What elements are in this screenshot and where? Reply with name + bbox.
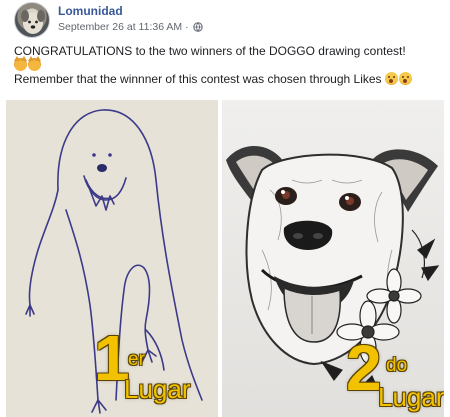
meta-separator: · [185, 21, 189, 34]
author-name[interactable]: Lomunidad [58, 4, 123, 18]
second-place-number: 2 [346, 332, 382, 404]
face-emoji-icon [384, 72, 398, 85]
first-place-word: Lugar [124, 374, 191, 404]
post-timestamp[interactable]: September 26 at 11:36 AM [58, 21, 182, 33]
realistic-dog-drawing [222, 100, 444, 417]
second-place-badge: 2 [346, 336, 382, 400]
emoji-row [14, 56, 444, 72]
post-text: CONGRATULATIONS to the two winners of th… [14, 44, 444, 86]
cat-emoji-icon [28, 56, 41, 71]
post-text-line-1: CONGRATULATIONS to the two winners of th… [14, 44, 406, 58]
second-place-image[interactable]: 2 do Lugar [222, 100, 444, 417]
post-header: Lomunidad September 26 at 11:36 AM · [14, 2, 434, 38]
post-meta: September 26 at 11:36 AM · [58, 21, 204, 34]
first-place-suffix: er [128, 349, 145, 370]
first-place-image[interactable]: 1 er Lugar [6, 100, 218, 417]
post-images: 1 er Lugar 2 do Lugar [6, 100, 444, 417]
facebook-post: Lomunidad September 26 at 11:36 AM · CON… [0, 0, 450, 417]
post-text-line-3-text: Remember that the winnner of this contes… [14, 72, 382, 86]
cat-emoji-icon [14, 56, 27, 71]
second-place-suffix: do [386, 355, 408, 376]
avatar[interactable] [14, 2, 50, 38]
dog-avatar-icon [21, 10, 45, 34]
second-place-word: Lugar [378, 382, 444, 412]
post-text-line-3: Remember that the winnner of this contes… [14, 72, 444, 86]
face-emoji-icon [398, 72, 412, 85]
globe-icon [193, 22, 204, 32]
